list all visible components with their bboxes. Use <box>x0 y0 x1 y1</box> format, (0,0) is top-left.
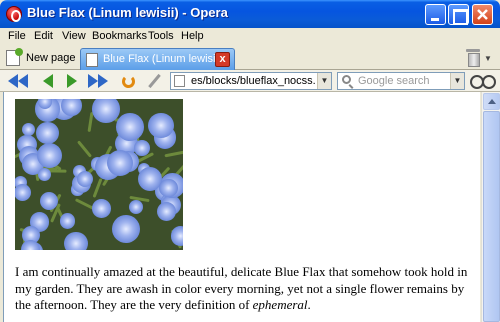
rewind-button[interactable] <box>8 72 28 90</box>
menu-bar: File Edit View Bookmarks Tools Help <box>0 28 500 46</box>
photo-flower <box>59 213 76 229</box>
close-window-button[interactable] <box>472 4 493 25</box>
photo-leaf <box>76 140 92 158</box>
maximize-icon <box>449 5 468 25</box>
title-bar: Blue Flax (Linum lewisii) - Opera <box>0 0 500 28</box>
chevron-up-icon <box>488 99 496 104</box>
glasses-icon[interactable] <box>470 75 496 89</box>
photo-flower <box>61 99 82 116</box>
scroll-up-button[interactable] <box>483 93 500 110</box>
new-page-icon <box>6 48 23 66</box>
rewind-icon <box>8 74 18 88</box>
trash-icon[interactable] <box>466 49 480 67</box>
photo-flower <box>116 112 145 141</box>
back-icon <box>43 74 53 88</box>
photo-flower <box>37 167 52 182</box>
paragraph-text: I am continually amazed at the beautiful… <box>15 264 468 312</box>
address-dropdown-chevron-down-icon[interactable]: ▼ <box>317 73 331 89</box>
photo-flower <box>35 121 59 145</box>
close-icon <box>477 9 488 20</box>
fast-forward-icon-2 <box>98 74 108 88</box>
photo-flower <box>171 226 183 246</box>
tab-label: Blue Flax (Linum lewisii) <box>103 53 222 65</box>
photo-flower <box>134 139 150 156</box>
paragraph-emphasis: ephemeral <box>252 297 308 312</box>
photo-flower <box>128 199 144 214</box>
reload-button[interactable] <box>118 72 138 90</box>
back-button[interactable] <box>38 72 58 90</box>
close-tab-button[interactable]: x <box>215 52 230 67</box>
photo-flower <box>22 122 36 136</box>
page-icon <box>174 75 185 87</box>
photo-flower <box>158 178 178 198</box>
scrollbar-thumb[interactable] <box>483 111 500 322</box>
search-dropdown-chevron-down-icon[interactable]: ▼ <box>450 73 464 89</box>
navigation-toolbar: es/blocks/blueflax_nocss.html ▼ Google s… <box>0 70 500 92</box>
photo-flower <box>92 99 120 123</box>
maximize-button[interactable] <box>448 4 469 25</box>
new-page-label: New page <box>26 52 76 64</box>
menu-help[interactable]: Help <box>181 30 204 42</box>
rewind-icon-2 <box>18 74 28 88</box>
blue-flax-photo <box>15 99 183 250</box>
fast-forward-icon <box>88 74 98 88</box>
minimize-icon <box>426 5 445 24</box>
minimize-button[interactable] <box>425 4 446 25</box>
pencil-icon <box>147 73 161 89</box>
address-url[interactable]: es/blocks/blueflax_nocss.html <box>191 75 315 87</box>
page-content: I am continually amazed at the beautiful… <box>3 92 480 322</box>
forward-button[interactable] <box>62 72 82 90</box>
photo-flower <box>106 149 134 177</box>
photo-flower <box>63 231 88 250</box>
menu-edit[interactable]: Edit <box>34 30 53 42</box>
photo-flower <box>148 112 174 138</box>
photo-flower <box>156 201 176 221</box>
vertical-scrollbar[interactable] <box>481 92 500 322</box>
photo-flower <box>112 214 141 243</box>
paragraph-period: . <box>307 297 311 312</box>
photo-leaf <box>74 198 95 211</box>
menu-tools[interactable]: Tools <box>148 30 174 42</box>
address-bar[interactable]: es/blocks/blueflax_nocss.html ▼ <box>170 72 332 90</box>
photo-leaf <box>92 177 103 198</box>
photo-flower <box>77 170 94 187</box>
opera-logo-icon[interactable] <box>6 6 22 22</box>
chevron-down-icon[interactable]: ▼ <box>484 54 492 63</box>
photo-flower <box>36 142 62 168</box>
new-page-button[interactable]: New page <box>6 48 76 68</box>
menu-bookmarks[interactable]: Bookmarks <box>92 30 147 42</box>
menu-file[interactable]: File <box>8 30 26 42</box>
page-icon <box>86 53 98 67</box>
search-placeholder[interactable]: Google search <box>358 75 430 87</box>
tab-bar: New page Blue Flax (Linum lewisii) x ▼ <box>0 46 500 70</box>
photo-flower <box>15 184 32 201</box>
search-field[interactable]: Google search ▼ <box>337 72 465 90</box>
photo-flower <box>92 198 112 218</box>
reload-icon <box>121 74 135 88</box>
photo-leaf <box>163 151 183 158</box>
fast-forward-button[interactable] <box>88 72 108 90</box>
window-title: Blue Flax (Linum lewisii) - Opera <box>27 5 228 20</box>
forward-icon <box>67 74 77 88</box>
search-icon <box>342 75 351 84</box>
page-paragraph: I am continually amazed at the beautiful… <box>15 264 480 314</box>
edit-button[interactable] <box>144 72 164 90</box>
menu-view[interactable]: View <box>62 30 86 42</box>
tab-blue-flax[interactable]: Blue Flax (Linum lewisii) x <box>80 48 235 70</box>
